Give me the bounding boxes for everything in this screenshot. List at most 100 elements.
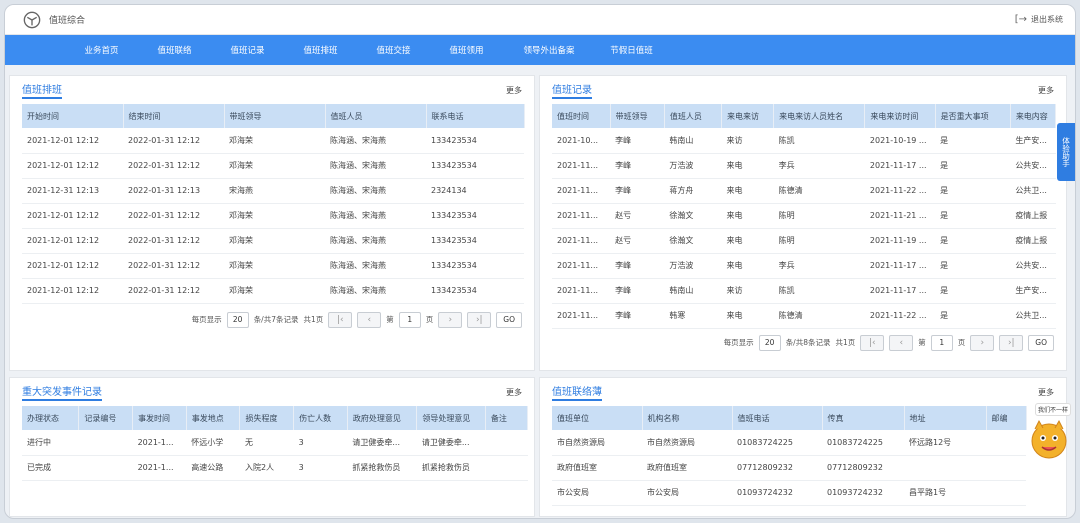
go-button[interactable]: GO xyxy=(1028,334,1054,351)
table-cell: 133423534 xyxy=(426,153,524,179)
record-summary: 条/共8条记录 xyxy=(785,338,831,347)
table-cell: 来电 xyxy=(721,203,774,229)
table-cell: 2021-12-01 12:12 xyxy=(22,278,123,304)
schedule-more-link[interactable]: 更多 xyxy=(506,85,522,96)
first-page-button[interactable]: |‹ xyxy=(328,311,353,328)
app-title: 值班综合 xyxy=(49,16,86,26)
table-cell: 韩寒 xyxy=(664,303,722,329)
table-row[interactable]: 2021-10... 李峰 韩南山 来访 陈凯 2021-10-19 ... 是生产安... xyxy=(552,128,1056,154)
column-header: 联系电话 xyxy=(426,104,525,128)
table-cell: 陈凯 xyxy=(773,278,865,304)
table-cell: 韩南山 xyxy=(664,278,722,304)
table-row[interactable]: 2021-12-01 12:12 2022-01-31 12:12 邓海荣 陈海涵、宋… xyxy=(22,228,524,254)
nav-item[interactable]: 领导外出备案 xyxy=(503,44,595,56)
table-cell: 2021-11-22 ... xyxy=(864,178,936,204)
column-header: 事发时间 xyxy=(132,406,187,430)
contacts-more-link[interactable]: 更多 xyxy=(1038,387,1054,398)
table-row[interactable]: 2021-11... 李峰 万浩波 来电 李兵 2021-11-17 ... 是公共安... xyxy=(552,153,1056,179)
table-cell: 生产安... xyxy=(1010,128,1056,154)
per-page-input[interactable]: 20 xyxy=(758,334,781,351)
first-page-button[interactable]: |‹ xyxy=(860,334,885,351)
page-input[interactable]: 1 xyxy=(398,311,421,328)
column-header: 备注 xyxy=(485,406,529,430)
go-button[interactable]: GO xyxy=(496,311,522,328)
incidents-title[interactable]: 重大突发事件记录 xyxy=(22,383,102,401)
column-header: 伤亡人数 xyxy=(293,406,348,430)
last-page-button[interactable]: ›| xyxy=(999,334,1024,351)
nav-item[interactable]: 值班排班 xyxy=(284,44,357,56)
table-row[interactable]: 2021-11... 李峰 韩南山 来访 陈凯 2021-11-17 ... 是生产安... xyxy=(552,278,1056,304)
logout-icon: [→ xyxy=(1014,14,1027,25)
table-cell: 是 xyxy=(935,278,1011,304)
table-cell: 2021-10-19 ... xyxy=(864,128,936,154)
table-cell: 怀远小学 xyxy=(186,430,240,456)
logout-button[interactable]: [→ 退出系统 xyxy=(1015,14,1063,25)
contacts-title[interactable]: 值班联络薄 xyxy=(552,383,602,401)
table-cell: 万浩波 xyxy=(664,153,722,179)
mascot-widget[interactable]: 我们不一样 xyxy=(1027,403,1071,465)
table-cell: 政府值班室 xyxy=(552,455,642,481)
table-row[interactable]: 2021-11... 李峰 万浩波 来电 李兵 2021-11-17 ... 是公共安... xyxy=(552,253,1056,279)
table-row[interactable]: 2021-11... 李峰 韩寒 来电 陈德清 2021-11-22 ... 是公共卫... xyxy=(552,303,1056,329)
records-title[interactable]: 值班记录 xyxy=(552,81,592,99)
table-cell: 01093724232 xyxy=(732,480,822,506)
page-prefix: 第 xyxy=(386,315,394,324)
incidents-more-link[interactable]: 更多 xyxy=(506,387,522,398)
table-row[interactable]: 市自然资源局 市自然资源局 01083724225 01083724225 怀远路12号 xyxy=(552,430,1026,456)
table-row[interactable]: 2021-12-01 12:12 2022-01-31 12:12 邓海荣 陈海涵、宋… xyxy=(22,153,524,179)
nav-item[interactable]: 业务首页 xyxy=(65,44,138,56)
column-header: 地址 xyxy=(904,406,987,430)
page-input[interactable]: 1 xyxy=(930,334,953,351)
assistant-side-tab[interactable]: 体验助手 xyxy=(1057,123,1075,181)
table-cell: 市自然资源局 xyxy=(552,430,642,456)
mascot-icon xyxy=(1031,419,1067,459)
table-row[interactable]: 市公安局 市公安局 01093724232 01093724232 昌平路1号 xyxy=(552,480,1026,506)
records-more-link[interactable]: 更多 xyxy=(1038,85,1054,96)
table-cell: 邓海荣 xyxy=(224,253,325,279)
table-row[interactable]: 进行中 2021-1... 怀远小学无 3 请卫健委牵... 请卫健委牵... xyxy=(22,430,528,456)
table-cell: 徐瀚文 xyxy=(664,228,722,254)
nav-item[interactable]: 节假日值班 xyxy=(595,44,668,56)
table-cell: 公共卫... xyxy=(1010,178,1056,204)
table-cell: 邓海荣 xyxy=(224,278,325,304)
last-page-button[interactable]: ›| xyxy=(467,311,492,328)
table-row[interactable]: 2021-12-01 12:12 2022-01-31 12:12 邓海荣 陈海涵、宋… xyxy=(22,278,524,304)
table-cell: 来访 xyxy=(721,278,774,304)
table-cell: 市公安局 xyxy=(642,480,732,506)
table-row[interactable]: 2021-12-01 12:12 2022-01-31 12:12 邓海荣 陈海涵、宋… xyxy=(22,128,524,154)
prev-page-button[interactable]: ‹ xyxy=(889,334,914,351)
table-row[interactable]: 已完成 2021-1... 高速公路 入院2人 3 抓紧抢救伤员 抓紧抢救伤员 xyxy=(22,455,528,481)
table-row[interactable]: 2021-12-01 12:12 2022-01-31 12:12 邓海荣 陈海涵、宋… xyxy=(22,253,524,279)
table-row[interactable]: 2021-11... 赵亏 徐瀚文 来电 陈明 2021-11-19 ... 是疫情上报 xyxy=(552,228,1056,254)
column-header: 来电来访 xyxy=(721,104,775,128)
table-cell: 陈明 xyxy=(773,228,865,254)
table-row[interactable]: 2021-11... 赵亏 徐瀚文 来电 陈明 2021-11-21 ... 是疫情上报 xyxy=(552,203,1056,229)
table-row[interactable]: 2021-12-01 12:12 2022-01-31 12:12 邓海荣 陈海涵、宋… xyxy=(22,203,524,229)
next-page-button[interactable]: › xyxy=(970,334,995,351)
nav-item[interactable]: 值班交接 xyxy=(357,44,430,56)
table-cell: 2021-11... xyxy=(552,303,611,329)
table-cell: 来访 xyxy=(721,128,774,154)
table-cell: 疫情上报 xyxy=(1010,228,1056,254)
per-page-input[interactable]: 20 xyxy=(226,311,249,328)
table-cell: 李峰 xyxy=(610,253,665,279)
nav-item[interactable]: 值班领用 xyxy=(430,44,503,56)
nav-item[interactable]: 值班记录 xyxy=(211,44,284,56)
prev-page-button[interactable]: ‹ xyxy=(357,311,382,328)
table-row[interactable]: 政府值班室 政府值班室 07712809232 07712809232 xyxy=(552,455,1026,481)
column-header: 开始时间 xyxy=(22,104,124,128)
table-cell: 陈德清 xyxy=(773,303,865,329)
incidents-panel: 重大突发事件记录 更多 办理状态 记录编号 事发时间 事发地点 损失程度 伤亡人数 政府处理… xyxy=(9,377,535,517)
table-cell: 2022-01-31 12:13 xyxy=(123,178,224,204)
table-row[interactable]: 2021-12-31 12:13 2022-01-31 12:13 宋海燕 陈海涵、宋… xyxy=(22,178,524,204)
table-row[interactable]: 2021-11... 李峰 蒋方舟 来电 陈德清 2021-11-22 ... 是公共卫..… xyxy=(552,178,1056,204)
schedule-title[interactable]: 值班排班 xyxy=(22,81,62,99)
column-header: 事发地点 xyxy=(186,406,241,430)
table-cell: 2021-11-17 ... xyxy=(864,253,936,279)
table-cell: 2021-12-01 12:12 xyxy=(22,228,123,254)
table-cell: 是 xyxy=(935,128,1011,154)
nav-item[interactable]: 值班联络 xyxy=(138,44,211,56)
next-page-button[interactable]: › xyxy=(438,311,463,328)
records-table: 值班时间 带班领导 值班人员 来电来访 来电来访人员姓名 来电来访时间 是否重大事项 来电内容… xyxy=(552,104,1057,329)
table-cell: 是 xyxy=(935,253,1011,279)
